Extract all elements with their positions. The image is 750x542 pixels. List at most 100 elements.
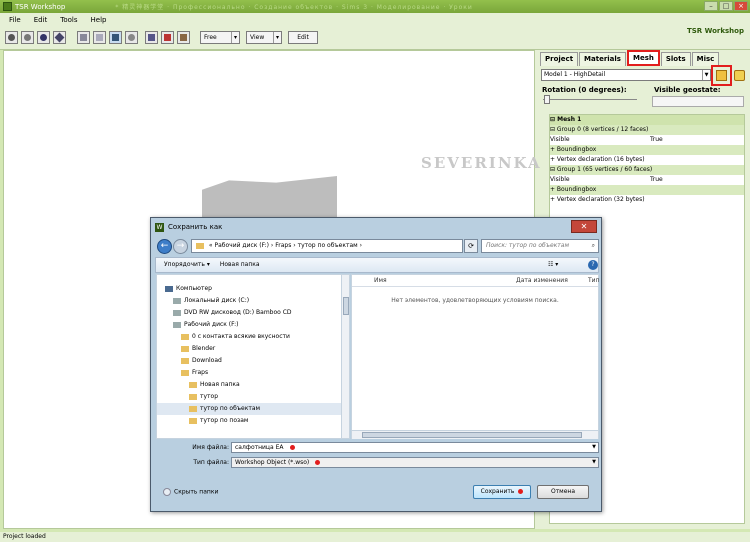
views-button[interactable]: ☷ ▾ <box>548 258 558 272</box>
nav-item[interactable]: тутор по объектам <box>157 403 341 415</box>
drive-icon <box>173 321 181 328</box>
nav-item-label: Компьютер <box>176 285 212 292</box>
filetype-select[interactable]: Workshop Object (*.wso) ▼ <box>231 457 599 468</box>
tab-materials[interactable]: Materials <box>579 52 626 66</box>
nav-item-label: тутор по позам <box>200 417 249 424</box>
column-type[interactable]: Тип <box>588 275 600 287</box>
search-input[interactable]: Поиск: тутор по объектам ⌕ <box>481 239 599 253</box>
frame-icon[interactable] <box>93 31 106 44</box>
tab-misc[interactable]: Misc <box>691 52 720 66</box>
empty-message: Нет элементов, удовлетворяющих условиям … <box>391 297 559 304</box>
geostate-select[interactable] <box>652 96 744 107</box>
tab-slots[interactable]: Slots <box>660 52 691 66</box>
brush-icon[interactable] <box>177 31 190 44</box>
address-row: ← → « Рабочий диск (F:) › Fraps › тутор … <box>155 238 599 255</box>
forward-arrow-icon[interactable]: → <box>173 239 188 254</box>
filename-label: Имя файла: <box>192 444 229 451</box>
tab-project[interactable]: Project <box>540 52 579 66</box>
diamond-icon[interactable] <box>53 31 66 44</box>
shaded-sphere-icon[interactable] <box>21 31 34 44</box>
menu-help[interactable]: Help <box>91 16 107 24</box>
free-camera-select[interactable]: Free ▾ <box>200 31 240 44</box>
nav-item[interactable]: DVD RW дисковод (D:) Bamboo CD <box>157 307 341 319</box>
tree-row[interactable]: + Vertex declaration (16 bytes) <box>550 155 744 165</box>
address-bar[interactable]: « Рабочий диск (F:) › Fraps › тутор по о… <box>191 239 463 253</box>
edit-button[interactable]: Edit <box>288 31 318 44</box>
shoe-icon[interactable] <box>161 31 174 44</box>
nav-item[interactable]: Новая папка <box>157 379 341 391</box>
breadcrumb-drive[interactable]: Рабочий диск (F:) <box>215 242 269 249</box>
chevron-up-icon <box>163 488 171 496</box>
sphere-view-icon[interactable] <box>5 31 18 44</box>
grid-icon[interactable] <box>77 31 90 44</box>
cancel-button[interactable]: Отмена <box>537 485 589 499</box>
horizontal-scrollbar[interactable] <box>352 430 598 439</box>
filetype-value: Workshop Object (*.wso) <box>235 459 310 466</box>
import-mesh-button[interactable] <box>734 70 745 81</box>
column-name[interactable]: Имя <box>374 275 387 287</box>
breadcrumb-fraps[interactable]: Fraps <box>275 242 291 249</box>
tab-mesh[interactable]: Mesh <box>626 50 660 66</box>
tree-row[interactable]: ⊟ Group 1 (65 vertices / 60 faces) <box>550 165 744 175</box>
dialog-close-button[interactable]: ✕ <box>571 220 597 233</box>
minimize-icon[interactable]: – <box>704 1 718 11</box>
chevron-down-icon: ▼ <box>592 459 596 465</box>
filename-value: салфотница ЕА <box>235 444 284 451</box>
column-date[interactable]: Дата изменения <box>516 275 568 287</box>
tree-row-label: + Boundingbox <box>550 186 597 193</box>
model-select[interactable]: Model 1 - HighDetail ▼ <box>541 69 711 81</box>
menu-tools[interactable]: Tools <box>60 16 77 24</box>
drive-icon <box>173 309 181 316</box>
nav-item[interactable]: 0 с контакта всякие вкусности <box>157 331 341 343</box>
maximize-icon[interactable]: □ <box>719 1 733 11</box>
organize-button[interactable]: Упорядочить ▾ <box>164 261 210 268</box>
nav-item[interactable]: Download <box>157 355 341 367</box>
tree-row[interactable]: ⊟ Mesh 1 <box>550 115 744 125</box>
chevron-down-icon: ▼ <box>702 70 710 80</box>
nav-item[interactable]: Локальный диск (C:) <box>157 295 341 307</box>
breadcrumb-separator: › <box>293 242 296 249</box>
chevron-down-icon: ▼ <box>592 444 596 450</box>
bone-icon[interactable] <box>145 31 158 44</box>
nav-item[interactable]: Fraps <box>157 367 341 379</box>
breadcrumb-current[interactable]: тутор по объектам <box>298 242 358 249</box>
refresh-icon[interactable]: ⟳ <box>464 239 478 253</box>
filetype-label: Тип файла: <box>193 459 229 466</box>
save-button[interactable]: Сохранить <box>473 485 531 499</box>
model-select-value: Model 1 - HighDetail <box>544 71 606 78</box>
textured-sphere-icon[interactable] <box>37 31 50 44</box>
tree-row[interactable]: ⊟ Group 0 (8 vertices / 12 faces) <box>550 125 744 135</box>
nav-item[interactable]: Blender <box>157 343 341 355</box>
tree-row[interactable]: Visible True <box>550 175 744 185</box>
menu-edit[interactable]: Edit <box>34 16 48 24</box>
nav-item-label: тутор по объектам <box>200 405 261 412</box>
tree-row-label: Visible <box>550 136 570 143</box>
app-title-bar: TSR Workshop * 精灵神器学堂 · Профессионально … <box>0 0 750 13</box>
nav-item[interactable]: тутор <box>157 391 341 403</box>
scroll-thumb[interactable] <box>343 297 349 315</box>
new-folder-button[interactable]: Новая папка <box>220 261 260 268</box>
nav-scrollbar[interactable] <box>341 274 350 439</box>
nav-item[interactable]: Рабочий диск (F:) <box>157 319 341 331</box>
export-mesh-button[interactable] <box>711 65 732 86</box>
folder-icon <box>181 369 189 376</box>
nav-item[interactable]: тутор по позам <box>157 415 341 427</box>
hide-folders-toggle[interactable]: Скрыть папки <box>163 488 218 496</box>
cylinder-icon[interactable] <box>125 31 138 44</box>
rotation-slider-thumb[interactable] <box>544 95 550 104</box>
tree-row[interactable]: + Boundingbox <box>550 145 744 155</box>
view-select[interactable]: View ▾ <box>246 31 282 44</box>
nav-item[interactable]: Компьютер <box>157 283 341 295</box>
help-icon[interactable]: ? <box>588 260 598 270</box>
tree-row[interactable]: + Vertex declaration (32 bytes) <box>550 195 744 205</box>
tree-row[interactable]: + Boundingbox <box>550 185 744 195</box>
filename-field[interactable]: салфотница ЕА ▼ <box>231 442 599 453</box>
tree-row[interactable]: Visible True <box>550 135 744 145</box>
scroll-thumb[interactable] <box>362 432 582 438</box>
folder-icon <box>189 417 197 424</box>
close-icon[interactable]: × <box>734 1 748 11</box>
back-arrow-icon[interactable]: ← <box>157 239 172 254</box>
menu-file[interactable]: File <box>9 16 21 24</box>
search-icon: ⌕ <box>591 242 595 249</box>
camera-icon[interactable] <box>109 31 122 44</box>
